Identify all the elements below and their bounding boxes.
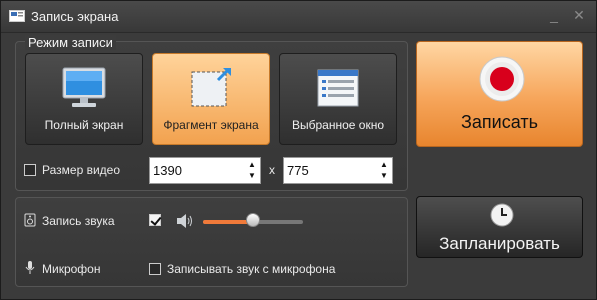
video-size-label: Размер видео <box>42 163 121 177</box>
record-mic-checkbox[interactable] <box>149 263 161 275</box>
full-screen-label: Полный экран <box>44 118 124 132</box>
selected-window-label: Выбранное окно <box>291 118 384 132</box>
schedule-label: Запланировать <box>439 234 560 253</box>
height-value: 775 <box>287 163 309 178</box>
clock-icon <box>490 203 514 227</box>
screen-fragment-label: Фрагмент экрана <box>163 118 259 132</box>
height-stepper[interactable]: 775 ▲ ▼ <box>283 157 393 184</box>
width-stepper[interactable]: 1390 ▲ ▼ <box>149 157 261 184</box>
title-bar[interactable]: Запись экрана _ ✕ <box>1 1 596 33</box>
window-icon <box>317 69 359 107</box>
volume-slider-thumb[interactable] <box>246 213 260 227</box>
video-size-link-checkbox[interactable] <box>24 164 36 176</box>
screen-recording-window: Запись экрана _ ✕ Режим записи Полный эк… <box>0 0 597 300</box>
record-sound-label: Запись звука <box>42 214 115 228</box>
volume-icon <box>177 214 192 228</box>
full-screen-mode-button[interactable]: Полный экран <box>25 53 143 145</box>
recording-mode-label: Режим записи <box>25 35 116 50</box>
screen-fragment-mode-button[interactable]: Фрагмент экрана <box>152 53 270 145</box>
record-label: Записать <box>461 112 538 132</box>
window-title: Запись экрана <box>31 9 119 24</box>
monitor-icon <box>62 67 106 107</box>
minimize-button[interactable]: _ <box>546 7 562 23</box>
record-mic-label: Записывать звук с микрофона <box>167 262 336 276</box>
screen-fragment-icon <box>191 67 231 107</box>
schedule-button[interactable]: Запланировать <box>416 196 583 258</box>
microphone-label: Микрофон <box>42 262 101 276</box>
record-sound-checkbox[interactable] <box>149 214 161 226</box>
app-icon <box>9 10 25 22</box>
height-stepper-arrows-icon[interactable]: ▲ ▼ <box>378 159 390 183</box>
microphone-icon <box>25 261 35 274</box>
size-separator: x <box>269 163 275 177</box>
selected-window-mode-button[interactable]: Выбранное окно <box>279 53 397 145</box>
close-button[interactable]: ✕ <box>571 7 587 23</box>
width-stepper-arrows-icon[interactable]: ▲ ▼ <box>246 159 258 183</box>
speaker-small-icon <box>24 213 36 227</box>
record-button[interactable]: Записать <box>416 41 583 147</box>
width-value: 1390 <box>153 163 182 178</box>
record-icon <box>479 56 525 102</box>
